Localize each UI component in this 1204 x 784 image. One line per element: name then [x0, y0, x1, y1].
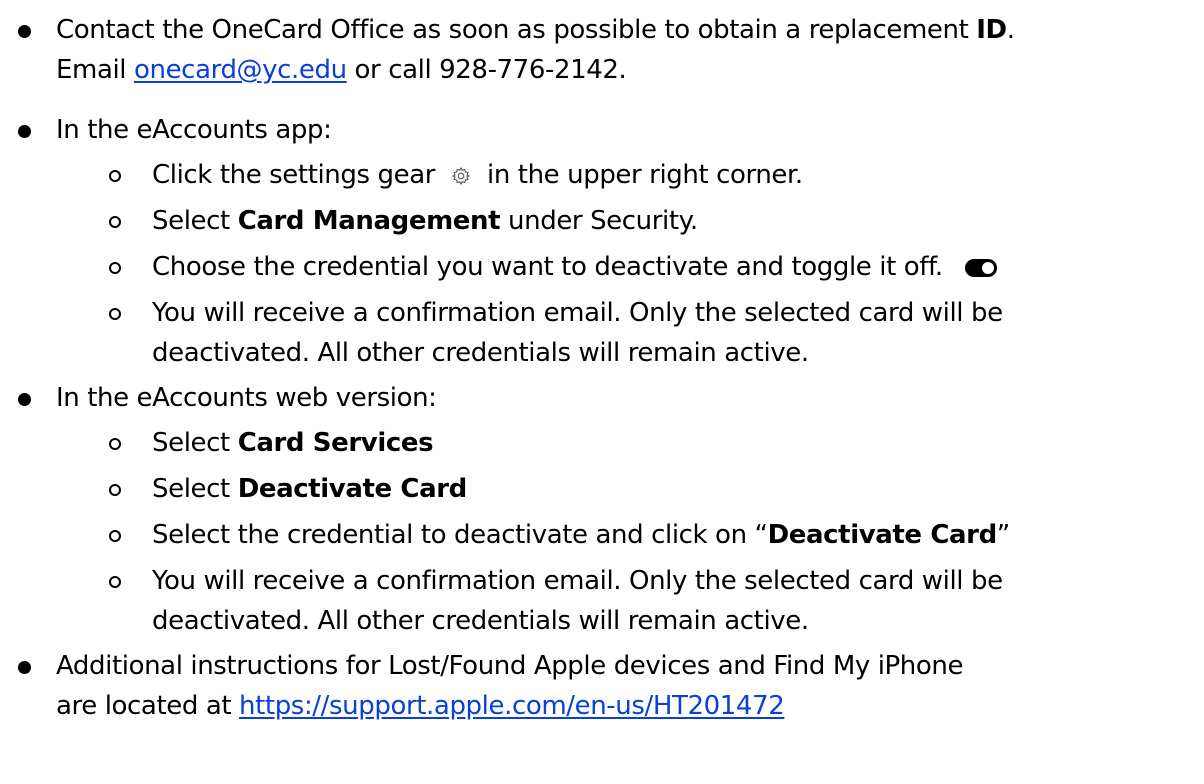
item-1-period: . — [1006, 15, 1015, 45]
item-3-heading: In the eAccounts web version: — [56, 383, 437, 413]
sub-item-card-management: Select Card Management under Security. — [152, 201, 698, 241]
card-services-label: Card Services — [237, 428, 434, 458]
closing-quote: ” — [996, 520, 1010, 550]
sub-item-confirmation-1: You will receive a confirmation email. O… — [152, 298, 1003, 328]
select-credential-text: Select the credential to deactivate and … — [152, 520, 768, 550]
sub-bullet-circle — [109, 576, 121, 588]
sub-bullet-circle — [109, 484, 121, 496]
item-4-line-1: Additional instructions for Lost/Found A… — [56, 651, 964, 681]
select-text: Select — [152, 474, 238, 504]
item-1-bold: ID — [976, 15, 1007, 45]
sub-item-confirmation-web-2: deactivated. All other credentials will … — [152, 606, 809, 636]
item-4-line-2: are located at https://support.apple.com… — [56, 686, 785, 726]
email-label: Email — [56, 55, 134, 85]
bullet-dot — [18, 661, 31, 674]
select-text: Select — [152, 206, 238, 236]
sub-item-toggle: Choose the credential you want to deacti… — [152, 247, 997, 287]
gear-step-suffix: in the upper right corner. — [487, 160, 803, 190]
sub-item-confirmation-web-1: You will receive a confirmation email. O… — [152, 566, 1003, 596]
under-security-text: under Security. — [500, 206, 698, 236]
sub-bullet-circle — [109, 262, 121, 274]
bullet-dot — [18, 393, 31, 406]
phone-text: or call 928-776-2142. — [346, 55, 627, 85]
located-at-text: are located at — [56, 691, 240, 721]
sub-item-gear: Click the settings gear in the upper rig… — [152, 155, 803, 195]
sub-item-card-services: Select Card Services — [152, 423, 434, 463]
select-text: Select — [152, 428, 238, 458]
toggle-icon — [964, 259, 997, 277]
gear-icon — [451, 167, 471, 185]
item-1-line-1: Contact the OneCard Office as soon as po… — [56, 10, 1015, 50]
item-1-text: Contact the OneCard Office as soon as po… — [56, 15, 977, 45]
bullet-dot — [18, 125, 31, 138]
toggle-step-text: Choose the credential you want to deacti… — [152, 252, 943, 282]
item-2-heading: In the eAccounts app: — [56, 115, 332, 145]
email-link[interactable]: onecard@yc.edu — [134, 55, 347, 85]
apple-support-link[interactable]: https://support.apple.com/en-us/HT201472 — [239, 691, 785, 721]
sub-item-select-credential: Select the credential to deactivate and … — [152, 515, 1010, 555]
sub-item-deactivate-card: Select Deactivate Card — [152, 469, 467, 509]
deactivate-card-label: Deactivate Card — [237, 474, 468, 504]
gear-step-text: Click the settings gear — [152, 160, 436, 190]
sub-bullet-circle — [109, 216, 121, 228]
sub-bullet-circle — [109, 170, 121, 182]
card-management-label: Card Management — [237, 206, 501, 236]
sub-bullet-circle — [109, 308, 121, 320]
sub-bullet-circle — [109, 530, 121, 542]
item-1-line-2: Email onecard@yc.edu or call 928-776-214… — [56, 50, 627, 90]
sub-item-confirmation-2: deactivated. All other credentials will … — [152, 338, 809, 368]
sub-bullet-circle — [109, 438, 121, 450]
bullet-dot — [18, 25, 31, 38]
deactivate-card-quoted: Deactivate Card — [767, 520, 998, 550]
